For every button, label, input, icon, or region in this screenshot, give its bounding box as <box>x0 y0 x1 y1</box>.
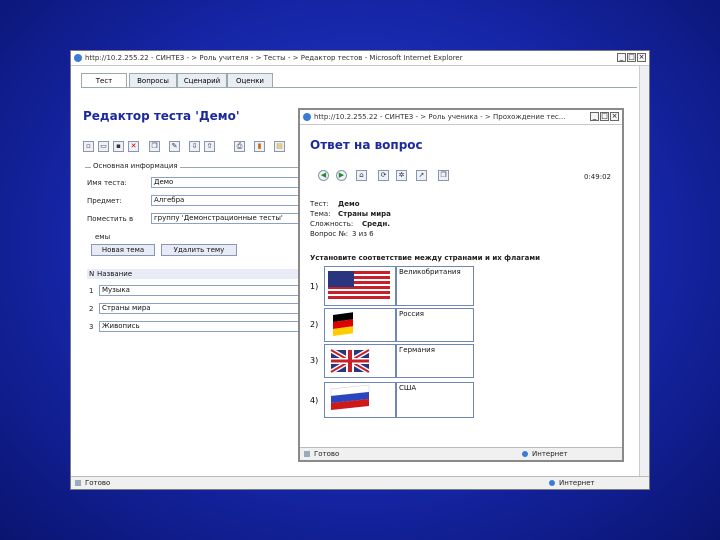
uk-flag-icon <box>329 347 371 375</box>
done-icon <box>304 451 310 457</box>
tab-test[interactable]: Тест <box>81 73 127 88</box>
new-doc-icon[interactable]: ▫ <box>83 141 94 152</box>
main-scrollbar[interactable] <box>639 66 649 476</box>
report-icon[interactable]: ▤ <box>274 141 285 152</box>
status-text: Готово <box>314 450 340 458</box>
theme-value: Страны мира <box>338 210 391 218</box>
theme-name-input[interactable]: Живопись <box>99 321 299 332</box>
usa-flag-icon <box>328 271 390 301</box>
new-theme-button[interactable]: Новая тема <box>91 244 155 256</box>
test-name-label: Имя теста: <box>87 179 127 187</box>
main-title-bar: http://10.2.255.22 - СИНТЕЗ - > Роль учи… <box>71 51 649 66</box>
minimize-button[interactable]: _ <box>590 112 599 121</box>
test-name-input[interactable]: Демо <box>151 177 301 188</box>
popup-window: http://10.2.255.22 - СИНТЕЗ - > Роль уче… <box>298 108 624 462</box>
maximize-button[interactable]: □ <box>627 53 636 62</box>
chart-icon[interactable]: ▮ <box>254 141 265 152</box>
edit-icon[interactable]: ✎ <box>169 141 180 152</box>
flag-cell[interactable] <box>324 382 396 418</box>
home-icon[interactable]: ⌂ <box>356 170 367 181</box>
theme-label: Тема: <box>310 210 331 218</box>
grid-header: N Название <box>87 269 299 279</box>
russia-flag-icon <box>330 384 370 410</box>
themes-label: емы <box>95 233 111 241</box>
ie-icon <box>303 113 311 121</box>
tab-scenario[interactable]: Сценарий <box>177 73 227 88</box>
col-name-header: Название <box>97 270 133 278</box>
item-number: 2) <box>310 320 319 329</box>
theme-name-input[interactable]: Музыка <box>99 285 299 296</box>
answer-heading: Ответ на вопрос <box>310 138 423 152</box>
country-cell[interactable]: Россия <box>396 308 474 342</box>
flag-cell[interactable] <box>324 344 396 378</box>
subject-label: Предмет: <box>87 197 122 205</box>
country-cell[interactable]: Германия <box>396 344 474 378</box>
back-icon[interactable]: ◀ <box>318 170 329 181</box>
question-no-label: Вопрос №: <box>310 230 349 238</box>
difficulty-value: Средн. <box>362 220 391 228</box>
popup-status-bar: Готово Интернет <box>300 447 622 460</box>
test-label: Тест: <box>310 200 329 208</box>
group-select[interactable]: группу 'Демонстрационные тесты' <box>151 213 301 224</box>
place-in-label: Поместить в <box>87 215 134 223</box>
print-icon[interactable]: ⎙ <box>234 141 245 152</box>
item-number: 1) <box>310 282 319 291</box>
question-no-value: 3 из 6 <box>352 230 374 238</box>
question-text: Установите соответствие между странами и… <box>310 254 540 262</box>
subject-select[interactable]: Алгебра <box>151 195 301 206</box>
doc-icon[interactable]: ❐ <box>438 170 449 181</box>
status-text: Готово <box>85 479 111 487</box>
col-num-header: N <box>89 270 95 278</box>
difficulty-label: Сложность: <box>310 220 354 228</box>
open-folder-icon[interactable]: ▭ <box>98 141 109 152</box>
flag-cell[interactable] <box>324 308 396 342</box>
germany-flag-icon <box>333 312 353 336</box>
main-status-bar: Готово Интернет <box>71 476 649 489</box>
delete-icon[interactable]: ✕ <box>128 141 139 152</box>
forward-icon[interactable]: ▶ <box>336 170 347 181</box>
item-number: 3) <box>310 356 319 365</box>
export-icon[interactable]: ⇧ <box>204 141 215 152</box>
timer: 0:49:02 <box>584 173 611 181</box>
close-button[interactable]: × <box>610 112 619 121</box>
row-num: 2 <box>89 305 94 313</box>
tools-icon[interactable]: ✲ <box>396 170 407 181</box>
tab-strip-line <box>81 87 637 88</box>
zone-text: Интернет <box>559 479 595 487</box>
zone-text: Интернет <box>532 450 568 458</box>
delete-theme-button[interactable]: Удалить тему <box>161 244 237 256</box>
globe-icon <box>522 451 528 457</box>
minimize-button[interactable]: _ <box>617 53 626 62</box>
country-cell[interactable]: Великобритания <box>396 266 474 306</box>
item-number: 4) <box>310 396 319 405</box>
close-button[interactable]: × <box>637 53 646 62</box>
save-icon[interactable]: ▪ <box>113 141 124 152</box>
maximize-button[interactable]: □ <box>600 112 609 121</box>
globe-icon <box>549 480 555 486</box>
refresh-icon[interactable]: ⟳ <box>378 170 389 181</box>
done-icon <box>75 480 81 486</box>
basic-info-legend: Основная информация <box>91 162 180 170</box>
main-window-title: http://10.2.255.22 - СИНТЕЗ - > Роль учи… <box>85 54 463 62</box>
ie-icon <box>74 54 82 62</box>
copy-icon[interactable]: ❐ <box>149 141 160 152</box>
country-cell[interactable]: США <box>396 382 474 418</box>
theme-name-input[interactable]: Страны мира <box>99 303 299 314</box>
import-icon[interactable]: ⇩ <box>189 141 200 152</box>
tab-grades[interactable]: Оценки <box>227 73 273 88</box>
tab-questions[interactable]: Вопросы <box>129 73 177 88</box>
test-value: Демо <box>338 200 360 208</box>
send-icon[interactable]: ➚ <box>416 170 427 181</box>
page-title: Редактор теста 'Демо' <box>83 109 240 123</box>
row-num: 1 <box>89 287 94 295</box>
popup-window-title: http://10.2.255.22 - СИНТЕЗ - > Роль уче… <box>314 113 566 121</box>
flag-cell[interactable] <box>324 266 396 306</box>
row-num: 3 <box>89 323 94 331</box>
popup-title-bar: http://10.2.255.22 - СИНТЕЗ - > Роль уче… <box>300 110 622 125</box>
